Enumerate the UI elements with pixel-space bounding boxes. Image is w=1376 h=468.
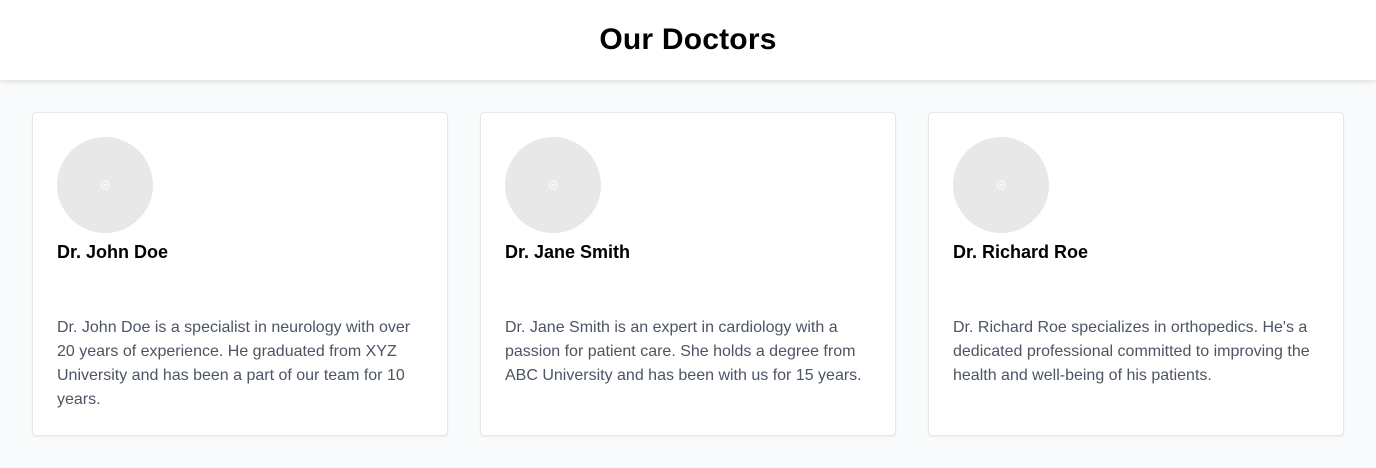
doctor-card: Dr. John Doe Dr. John Doe is a specialis… [32, 112, 448, 436]
doctor-card: Dr. Jane Smith Dr. Jane Smith is an expe… [480, 112, 896, 436]
doctor-name: Dr. John Doe [57, 242, 169, 262]
image-placeholder-icon [548, 180, 558, 190]
doctor-bio: Dr. Jane Smith is an expert in cardiolog… [505, 319, 862, 384]
doctor-name: Dr. Jane Smith [505, 242, 631, 262]
image-placeholder-icon [996, 180, 1006, 190]
doctor-avatar [57, 137, 153, 233]
doctor-avatar [953, 137, 1049, 233]
image-placeholder-icon [100, 180, 110, 190]
doctor-bio: Dr. John Doe is a specialist in neurolog… [57, 319, 411, 408]
doctor-name: Dr. Richard Roe [953, 242, 1089, 262]
doctor-card: Dr. Richard Roe Dr. Richard Roe speciali… [928, 112, 1344, 436]
page-title: Our Doctors [599, 23, 777, 56]
doctor-bio: Dr. Richard Roe specializes in orthopedi… [953, 319, 1310, 384]
doctor-avatar [505, 137, 601, 233]
page-header: Our Doctors [0, 0, 1376, 80]
doctors-grid: Dr. John Doe Dr. John Doe is a specialis… [32, 112, 1344, 436]
